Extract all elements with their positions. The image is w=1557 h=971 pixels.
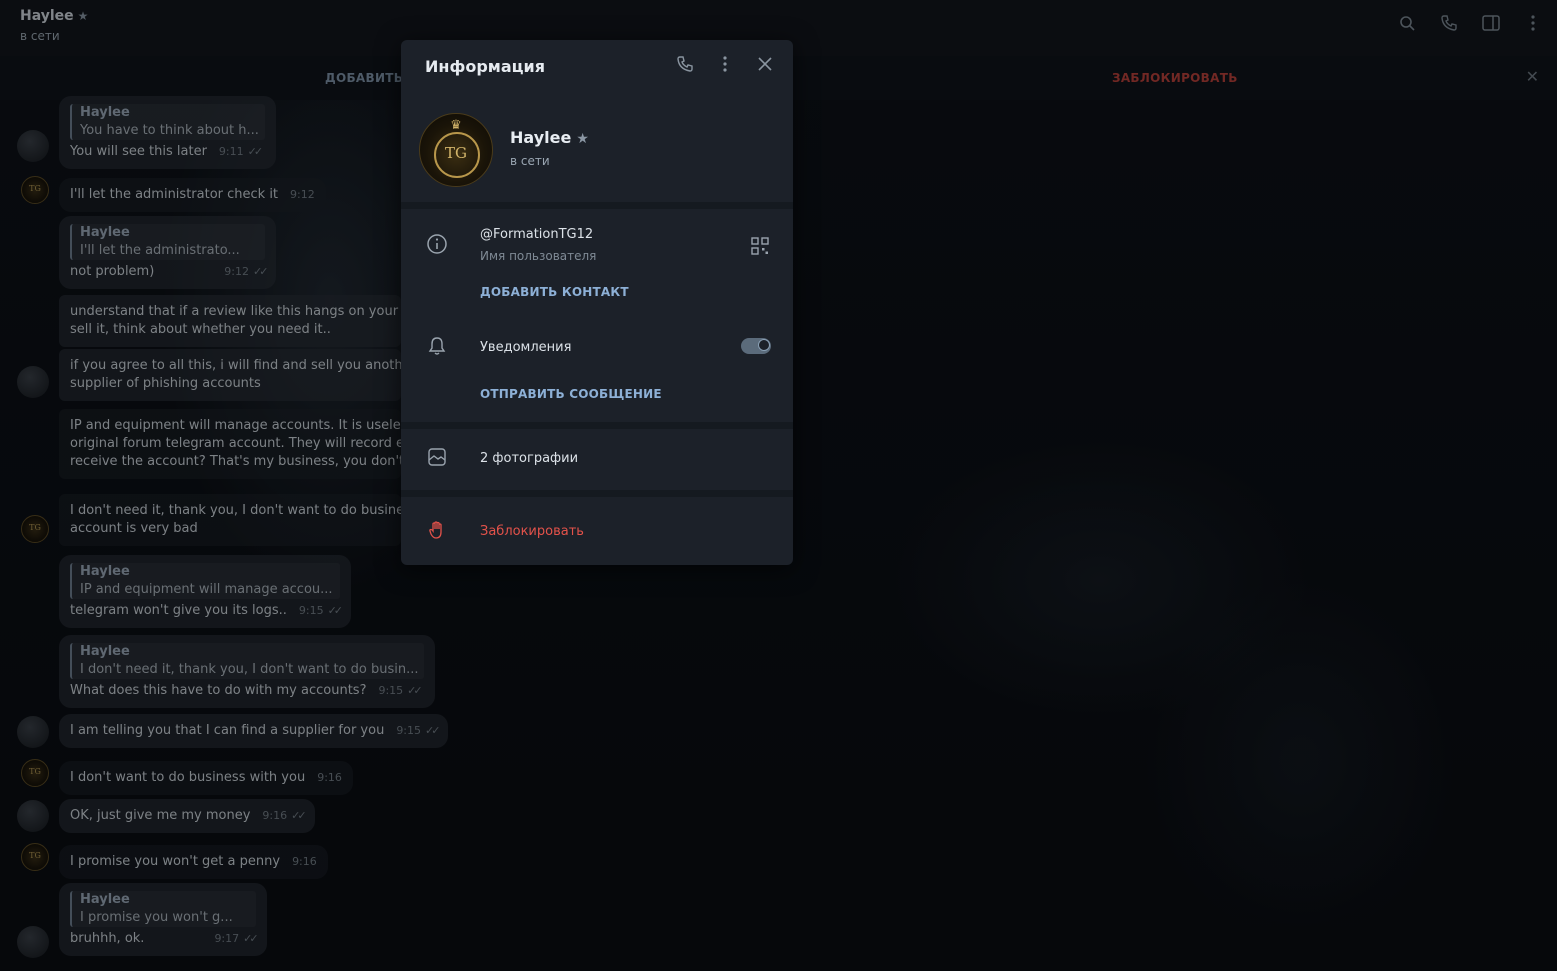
notifications-label: Уведомления [480, 340, 572, 355]
profile-avatar[interactable]: ♛ TG [419, 113, 493, 187]
toggle-knob [758, 339, 770, 351]
contact-info-panel: Информация ♛ TG Haylee ★ в сети @Formatio… [401, 40, 793, 565]
add-contact-button[interactable]: ДОБАВИТЬ КОНТАКТ [480, 285, 629, 299]
username-label: Имя пользователя [480, 249, 597, 263]
block-user-button[interactable]: Заблокировать [480, 524, 584, 539]
crown-icon: ♛ [450, 118, 462, 133]
bell-icon [425, 336, 449, 360]
username-value[interactable]: @FormationTG12 [480, 227, 593, 242]
phone-icon[interactable] [674, 56, 696, 77]
section-divider [401, 422, 793, 429]
send-message-button[interactable]: ОТПРАВИТЬ СООБЩЕНИЕ [480, 387, 662, 401]
notifications-toggle[interactable] [741, 338, 771, 354]
more-icon[interactable] [714, 56, 736, 77]
photo-icon [425, 447, 449, 471]
qr-code-icon[interactable] [751, 237, 769, 255]
section-divider [401, 202, 793, 209]
profile-name: Haylee ★ [510, 128, 589, 147]
star-icon: ★ [576, 131, 589, 147]
section-divider [401, 490, 793, 497]
photos-item[interactable]: 2 фотографии [480, 451, 578, 466]
panel-title: Информация [425, 57, 545, 76]
avatar-text: TG [445, 144, 467, 162]
hand-block-icon [425, 520, 449, 544]
profile-name-text: Haylee [510, 128, 572, 147]
profile-status: в сети [510, 154, 550, 168]
close-icon[interactable] [754, 56, 776, 76]
info-icon [425, 233, 449, 257]
